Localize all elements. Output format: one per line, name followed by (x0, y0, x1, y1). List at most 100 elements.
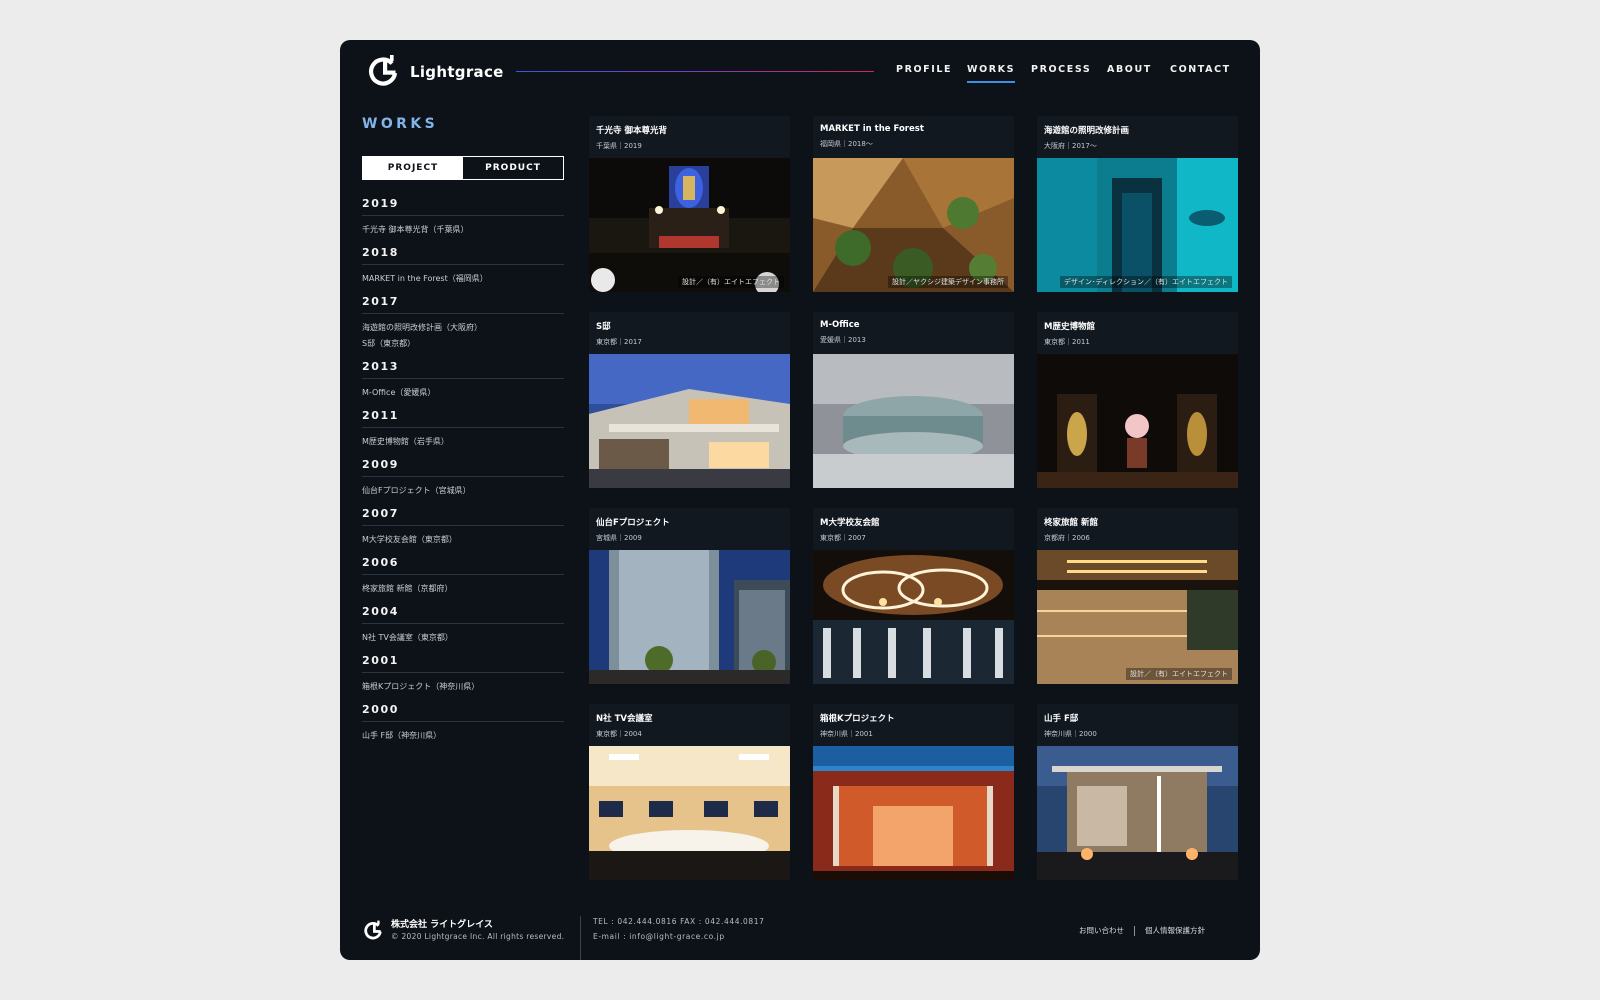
work-title: S邸 (596, 322, 611, 332)
nav-process[interactable]: PROCESS (1031, 64, 1091, 75)
work-title: 千光寺 御本尊光背 (596, 126, 667, 136)
work-title: 海遊館の照明改修計画 (1044, 126, 1130, 136)
page-card: Lightgrace PROFILE WORKS PROCESS ABOUT C… (340, 40, 1260, 960)
year-work-link[interactable]: 箱根Kプロジェクト（神奈川県） (362, 679, 564, 695)
category-tabs: PROJECT PRODUCT (362, 156, 564, 180)
work-title: M-Office (820, 320, 860, 330)
footer-link-privacy[interactable]: 個人情報保護方針 (1145, 925, 1205, 936)
year-group: 2000 山手 F邸（神奈川県） (362, 703, 564, 744)
work-title: 箱根Kプロジェクト (820, 714, 895, 724)
work-card[interactable]: 箱根Kプロジェクト 神奈川県｜2001 (813, 704, 1014, 880)
footer-tel: TEL : 042.444.0816 FAX : 042.444.0817 (593, 917, 765, 926)
year-label: 2004 (362, 605, 564, 624)
work-title: MARKET in the Forest (820, 124, 924, 134)
work-location-year: 神奈川県｜2000 (1044, 730, 1097, 738)
year-work-link[interactable]: M-Office（愛媛県） (362, 385, 564, 401)
work-card[interactable]: M歴史博物館 東京都｜2011 (1037, 312, 1238, 488)
work-card[interactable]: 仙台Fプロジェクト 宮城県｜2009 (589, 508, 790, 684)
work-card[interactable]: M大学校友会館 東京都｜2007 (813, 508, 1014, 684)
year-group: 2017 海遊館の照明改修計画（大阪府） S邸（東京都） (362, 295, 564, 352)
work-title: 柊家旅館 新館 (1044, 518, 1098, 528)
work-location-year: 愛媛県｜2013 (820, 336, 866, 344)
work-thumbnail[interactable] (1037, 550, 1238, 684)
work-card-header: S邸 東京都｜2017 (589, 312, 790, 354)
work-title: M歴史博物館 (1044, 322, 1095, 332)
year-label: 2000 (362, 703, 564, 722)
year-label: 2013 (362, 360, 564, 379)
year-work-link[interactable]: 柊家旅館 新館（京都府） (362, 581, 564, 597)
work-location-year: 東京都｜2007 (820, 534, 866, 542)
work-card[interactable]: M-Office 愛媛県｜2013 (813, 312, 1014, 488)
work-location-year: 東京都｜2004 (596, 730, 642, 738)
work-location-year: 千葉県｜2019 (596, 142, 642, 150)
work-card[interactable]: N社 TV会議室 東京都｜2004 (589, 704, 790, 880)
year-group: 2004 N社 TV会議室（東京都） (362, 605, 564, 646)
footer-divider (580, 916, 581, 960)
work-card[interactable]: 千光寺 御本尊光背 千葉県｜2019 設計／（有）エイトエフェクト (589, 116, 790, 292)
work-card[interactable]: 柊家旅館 新館 京都府｜2006 設計／（有）エイトエフェクト (1037, 508, 1238, 684)
year-label: 2007 (362, 507, 564, 526)
footer-email[interactable]: E-mail : info@light-grace.co.jp (593, 932, 725, 941)
work-thumbnail[interactable] (813, 158, 1014, 292)
work-card-header: 千光寺 御本尊光背 千葉県｜2019 (589, 116, 790, 158)
tab-product[interactable]: PRODUCT (463, 157, 563, 179)
work-thumbnail[interactable] (589, 354, 790, 488)
work-card[interactable]: MARKET in the Forest 福岡県｜2018〜 設計／ヤクシジ建築デ… (813, 116, 1014, 292)
work-credit: 設計／ヤクシジ建築デザイン事務所 (888, 276, 1008, 288)
nav-profile[interactable]: PROFILE (896, 64, 952, 75)
year-work-link[interactable]: 千光寺 御本尊光背（千葉県） (362, 222, 564, 238)
work-card-header: N社 TV会議室 東京都｜2004 (589, 704, 790, 746)
nav-about[interactable]: ABOUT (1107, 64, 1152, 75)
work-thumbnail[interactable] (1037, 746, 1238, 880)
work-thumbnail[interactable] (589, 746, 790, 880)
nav-contact[interactable]: CONTACT (1170, 64, 1231, 75)
page-title: WORKS (362, 116, 439, 132)
work-card-header: MARKET in the Forest 福岡県｜2018〜 (813, 116, 1014, 158)
work-title: 山手 F邸 (1044, 714, 1079, 724)
year-work-link[interactable]: S邸（東京都） (362, 336, 564, 352)
year-group: 2019 千光寺 御本尊光背（千葉県） (362, 197, 564, 238)
work-card-header: 箱根Kプロジェクト 神奈川県｜2001 (813, 704, 1014, 746)
footer-link-contact[interactable]: お問い合わせ (1079, 925, 1124, 936)
work-card-header: M大学校友会館 東京都｜2007 (813, 508, 1014, 550)
work-title: N社 TV会議室 (596, 714, 653, 724)
year-label: 2006 (362, 556, 564, 575)
work-thumbnail[interactable] (589, 550, 790, 684)
year-list: 2019 千光寺 御本尊光背（千葉県） 2018 MARKET in the Fore… (362, 197, 564, 752)
work-credit: デザイン･ディレクション／（有）エイトエフェクト (1059, 276, 1232, 288)
year-group: 2011 M歴史博物館（岩手県） (362, 409, 564, 450)
work-location-year: 京都府｜2006 (1044, 534, 1090, 542)
work-thumbnail[interactable] (1037, 158, 1238, 292)
work-card-header: 海遊館の照明改修計画 大阪府｜2017〜 (1037, 116, 1238, 158)
work-thumbnail[interactable] (589, 158, 790, 292)
year-group: 2001 箱根Kプロジェクト（神奈川県） (362, 654, 564, 695)
year-label: 2019 (362, 197, 564, 216)
year-work-link[interactable]: MARKET in the Forest（福岡県） (362, 271, 564, 287)
work-card[interactable]: 海遊館の照明改修計画 大阪府｜2017〜 デザイン･ディレクション／（有）エイトエ… (1037, 116, 1238, 292)
work-thumbnail[interactable] (813, 746, 1014, 880)
year-label: 2001 (362, 654, 564, 673)
work-title: 仙台Fプロジェクト (596, 518, 670, 528)
tab-project[interactable]: PROJECT (363, 157, 463, 179)
nav-works[interactable]: WORKS (967, 64, 1016, 83)
work-thumbnail[interactable] (813, 550, 1014, 684)
work-title: M大学校友会館 (820, 518, 880, 528)
work-thumbnail[interactable] (813, 354, 1014, 488)
footer-copyright: © 2020 Lightgrace Inc. All rights reserv… (391, 932, 565, 941)
work-credit: 設計／（有）エイトエフェクト (1126, 668, 1232, 680)
year-group: 2006 柊家旅館 新館（京都府） (362, 556, 564, 597)
work-location-year: 神奈川県｜2001 (820, 730, 873, 738)
year-work-link[interactable]: M大学校友会館（東京都） (362, 532, 564, 548)
year-group: 2009 仙台Fプロジェクト（宮城県） (362, 458, 564, 499)
year-work-link[interactable]: 仙台Fプロジェクト（宮城県） (362, 483, 564, 499)
work-card-header: 山手 F邸神奈川県｜2000 (1037, 704, 1238, 746)
year-work-link[interactable]: M歴史博物館（岩手県） (362, 434, 564, 450)
work-card[interactable]: 山手 F邸神奈川県｜2000 (1037, 704, 1238, 880)
year-group: 2007 M大学校友会館（東京都） (362, 507, 564, 548)
work-card[interactable]: S邸 東京都｜2017 (589, 312, 790, 488)
work-location-year: 宮城県｜2009 (596, 534, 642, 542)
year-work-link[interactable]: 海遊館の照明改修計画（大阪府） (362, 320, 564, 336)
year-work-link[interactable]: 山手 F邸（神奈川県） (362, 728, 564, 744)
work-thumbnail[interactable] (1037, 354, 1238, 488)
year-work-link[interactable]: N社 TV会議室（東京都） (362, 630, 564, 646)
